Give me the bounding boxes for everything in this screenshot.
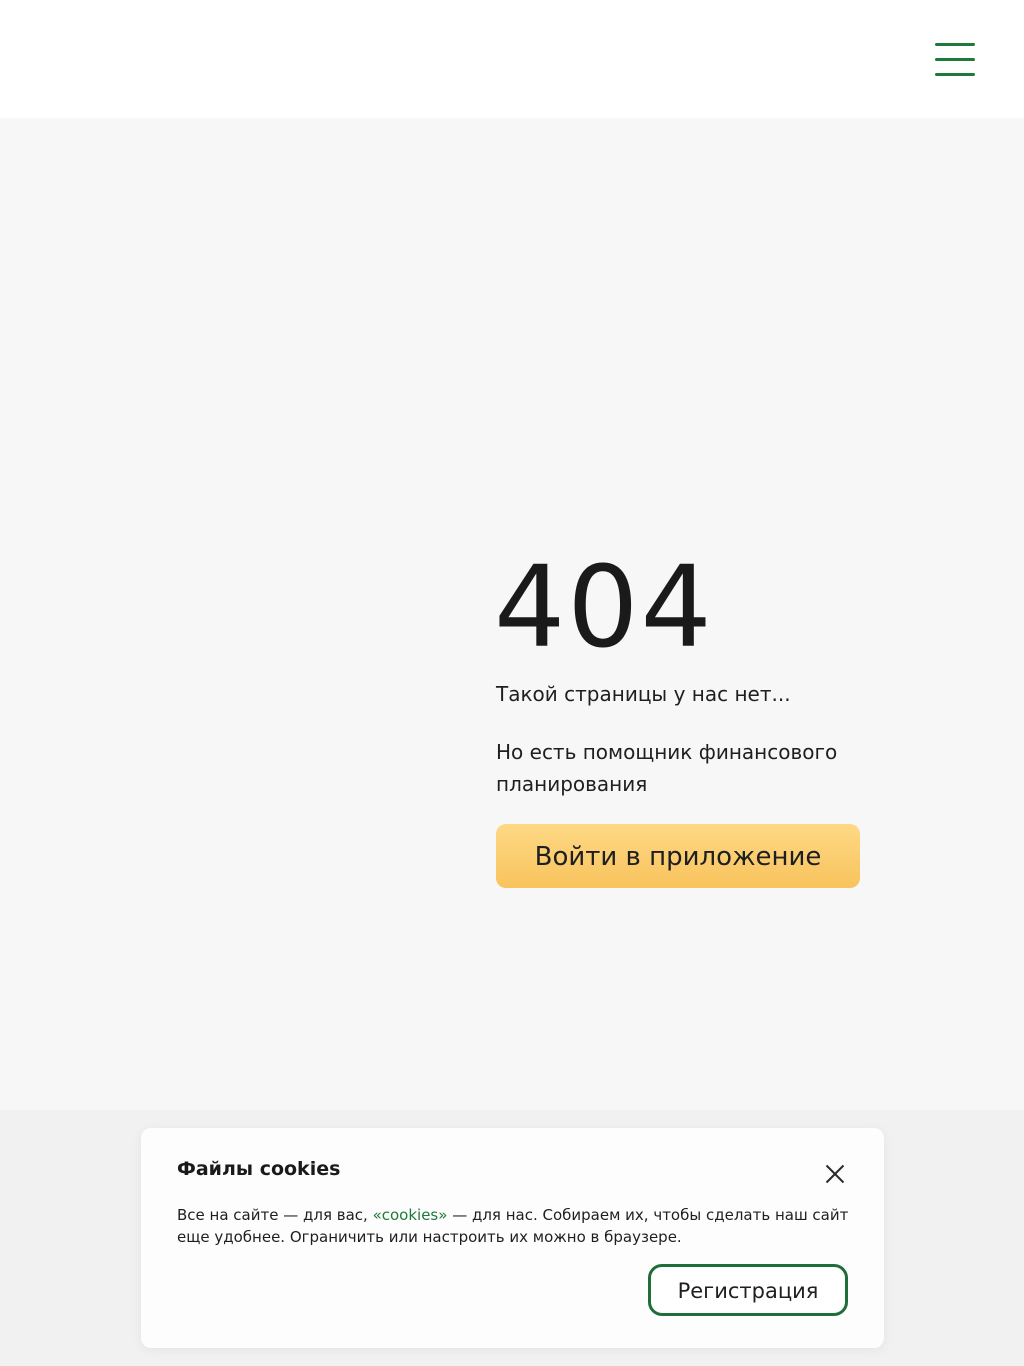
menu-line bbox=[935, 58, 975, 61]
close-icon[interactable] bbox=[821, 1160, 849, 1188]
error-description: Но есть помощник финансового планировани… bbox=[496, 740, 838, 796]
cookie-banner-title: Файлы cookies bbox=[177, 1158, 341, 1180]
register-button[interactable]: Регистрация bbox=[648, 1264, 848, 1316]
cookie-banner: Файлы cookies Все на сайте — для вас, «c… bbox=[141, 1128, 884, 1348]
menu-line bbox=[935, 73, 975, 76]
cookies-link[interactable]: «cookies» bbox=[373, 1206, 448, 1224]
site-header bbox=[0, 0, 1024, 118]
error-subtitle: Такой страницы у нас нет... bbox=[496, 682, 791, 706]
cookie-banner-text: Все на сайте — для вас, «cookies» — для … bbox=[177, 1204, 857, 1248]
open-app-button[interactable]: Войти в приложение bbox=[496, 824, 860, 888]
error-page: 404 Такой страницы у нас нет... Но есть … bbox=[0, 118, 1024, 1110]
cookie-text-part: Все на сайте — для вас, bbox=[177, 1206, 373, 1224]
error-code: 404 bbox=[494, 543, 714, 673]
menu-line bbox=[935, 43, 975, 46]
hamburger-menu-icon[interactable] bbox=[930, 40, 980, 80]
